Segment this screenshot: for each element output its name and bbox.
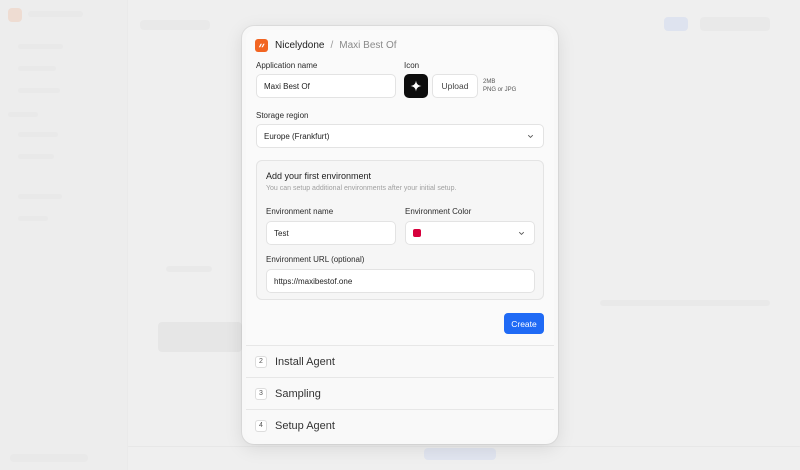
- env-url-label: Environment URL (optional): [266, 255, 365, 264]
- upload-hint-size: 2MB: [483, 79, 496, 85]
- env-color-swatch: [413, 229, 421, 237]
- app-name-value: Maxi Best Of: [264, 81, 310, 91]
- env-color-label: Environment Color: [405, 207, 472, 216]
- app-logo-icon: [255, 39, 268, 52]
- icon-label: Icon: [404, 61, 420, 70]
- region-value: Europe (Frankfurt): [264, 131, 330, 141]
- app-icon-preview[interactable]: [404, 74, 428, 98]
- step-number: 4: [255, 419, 267, 432]
- create-button[interactable]: Create: [504, 313, 544, 334]
- step-number: 3: [255, 387, 267, 400]
- sparkle-icon: [410, 80, 422, 92]
- step-install-agent[interactable]: 2 Install Agent: [246, 345, 554, 377]
- region-label: Storage region: [256, 111, 309, 120]
- step-number: 2: [255, 355, 267, 368]
- environment-subtitle: You can setup additional environments af…: [266, 185, 457, 192]
- create-app-modal: Nicelydone / Maxi Best Of Application na…: [242, 26, 558, 444]
- env-url-value: https://maxibestof.one: [274, 276, 353, 286]
- env-name-input[interactable]: Test: [266, 221, 396, 245]
- environment-card: Add your first environment You can setup…: [256, 160, 544, 300]
- env-name-label: Environment name: [266, 207, 334, 216]
- env-name-value: Test: [274, 228, 289, 238]
- breadcrumb: Nicelydone / Maxi Best Of: [255, 39, 397, 52]
- breadcrumb-app[interactable]: Nicelydone: [275, 40, 324, 51]
- step-label: Sampling: [275, 387, 321, 400]
- breadcrumb-separator: /: [330, 40, 334, 51]
- chevron-down-icon: [518, 231, 525, 236]
- upload-button[interactable]: Upload: [432, 74, 478, 98]
- env-url-input[interactable]: https://maxibestof.one: [266, 269, 535, 293]
- region-select[interactable]: Europe (Frankfurt): [256, 124, 544, 148]
- modal-content: Nicelydone / Maxi Best Of Application na…: [246, 30, 554, 440]
- env-color-select[interactable]: [405, 221, 535, 245]
- chevron-down-icon: [527, 134, 534, 139]
- app-name-label: Application name: [256, 61, 318, 70]
- environment-title: Add your first environment: [266, 171, 372, 181]
- upload-hint-types: PNG or JPG: [483, 87, 517, 93]
- step-sampling[interactable]: 3 Sampling: [246, 377, 554, 409]
- step-label: Install Agent: [275, 355, 335, 368]
- step-setup-agent[interactable]: 4 Setup Agent: [246, 409, 554, 440]
- step-label: Setup Agent: [275, 419, 335, 432]
- breadcrumb-current: Maxi Best Of: [339, 40, 397, 51]
- upload-hint: 2MB PNG or JPG: [483, 78, 516, 94]
- app-name-input[interactable]: Maxi Best Of: [256, 74, 396, 98]
